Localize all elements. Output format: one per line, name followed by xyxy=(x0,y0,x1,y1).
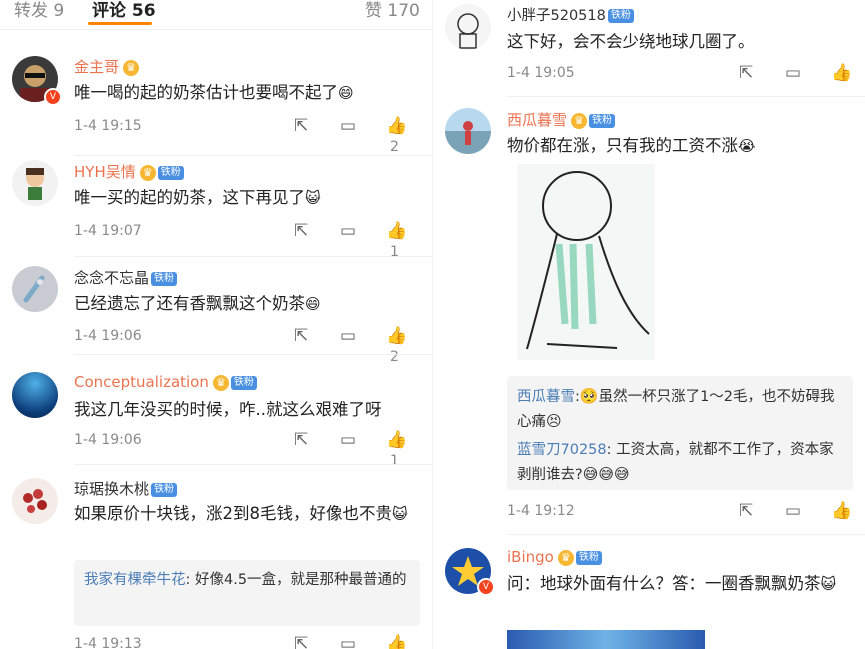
comment-icon[interactable]: ▭ xyxy=(340,634,356,649)
reply-item: 蓝雪刀70258: 工资太高，就都不工作了，资本家剥削谁去?😅😅😅 xyxy=(517,442,834,483)
fan-badge: 铁粉 xyxy=(151,271,178,286)
verified-icon: V xyxy=(44,88,62,106)
divider xyxy=(74,354,432,355)
fan-badge: 铁粉 xyxy=(157,165,184,180)
comment-meta: 1-4 19:06 ⇱ ▭ 👍1 xyxy=(74,430,419,469)
divider xyxy=(74,464,432,465)
avatar[interactable] xyxy=(12,478,58,524)
comment-meta: 1-4 19:15 ⇱ ▭ 👍2 xyxy=(74,116,419,155)
comment-text: 我这几年没买的时候，咋..就这么艰难了呀 xyxy=(74,400,382,419)
right-comment-panel: 小胖子520518 铁粉 这下好，会不会少绕地球几圈了。 1-4 19:05 ⇱ … xyxy=(433,0,865,649)
username[interactable]: iBingo ♛ 铁粉 xyxy=(507,548,602,566)
tab-divider xyxy=(0,29,432,30)
divider xyxy=(507,96,865,97)
share-icon[interactable]: ⇱ xyxy=(294,430,308,450)
like-icon: 👍 xyxy=(386,116,408,136)
comment-image[interactable] xyxy=(517,164,655,360)
tab-bar: 转发 9 评论 56 赞 170 xyxy=(0,0,432,30)
divider xyxy=(74,256,432,257)
tab-comment[interactable]: 评论 56 xyxy=(92,0,156,21)
timestamp: 1-4 19:06 xyxy=(74,432,142,448)
like-button[interactable]: 👍2 xyxy=(386,116,419,156)
timestamp: 1-4 19:05 xyxy=(507,65,575,81)
reply-item: 西瓜暮雪:🥺虽然一杯只涨了1～2毛，也不妨碍我心痛😣 xyxy=(517,387,835,430)
comment-text: 已经遗忘了还有香飘飘这个奶茶😄 xyxy=(74,294,321,313)
like-icon[interactable]: 👍 xyxy=(831,501,852,521)
crown-icon: ♛ xyxy=(139,164,156,181)
comment-meta: 1-4 19:05 ⇱ ▭ 👍 xyxy=(507,63,852,85)
reply-username[interactable]: 西瓜暮雪 xyxy=(517,389,575,405)
crown-icon: ♛ xyxy=(123,59,140,76)
comment-text: 如果原价十块钱，涨2到8毛钱，好像也不贵😺 xyxy=(74,504,408,523)
comment-text: 唯一喝的起的奶茶估计也要喝不起了😄 xyxy=(74,83,354,102)
crown-icon: ♛ xyxy=(212,374,229,391)
fan-badge: 铁粉 xyxy=(607,9,634,23)
comment-icon[interactable]: ▭ xyxy=(340,116,356,136)
username[interactable]: 琼琚换木桃 铁粉 xyxy=(74,478,178,499)
share-icon[interactable]: ⇱ xyxy=(294,326,308,346)
like-icon: 👍 xyxy=(386,326,408,346)
comment-meta: 1-4 19:06 ⇱ ▭ 👍2 xyxy=(74,326,419,365)
crown-icon: ♛ xyxy=(557,549,574,566)
timestamp: 1-4 19:12 xyxy=(507,503,575,519)
reply-box[interactable]: 西瓜暮雪:🥺虽然一杯只涨了1～2毛，也不妨碍我心痛😣 蓝雪刀70258: 工资太… xyxy=(507,376,853,490)
divider xyxy=(507,534,865,535)
username[interactable]: HYH吴情 ♛ 铁粉 xyxy=(74,161,184,182)
avatar[interactable] xyxy=(12,266,58,312)
reply-box[interactable]: 我家有棵牵牛花: 好像4.5一盒，就是那种最普通的 xyxy=(74,560,420,626)
share-icon[interactable]: ⇱ xyxy=(739,63,753,83)
username[interactable]: 念念不忘晶 铁粉 xyxy=(74,267,178,288)
timestamp: 1-4 19:13 xyxy=(74,636,142,649)
share-icon[interactable]: ⇱ xyxy=(739,501,753,521)
reply-username[interactable]: 蓝雪刀70258 xyxy=(517,442,607,458)
fan-badge: 铁粉 xyxy=(230,375,257,390)
username[interactable]: 小胖子520518 铁粉 xyxy=(507,4,634,25)
timestamp: 1-4 19:15 xyxy=(74,118,142,134)
comment-text: 这下好，会不会少绕地球几圈了。 xyxy=(507,32,755,51)
fan-badge: 铁粉 xyxy=(151,482,178,497)
tab-repost[interactable]: 转发 9 xyxy=(14,0,64,21)
comment-image[interactable] xyxy=(507,630,705,649)
comment-icon[interactable]: ▭ xyxy=(340,326,356,346)
avatar[interactable] xyxy=(445,108,491,154)
fan-badge: 铁粉 xyxy=(575,550,602,565)
share-icon[interactable]: ⇱ xyxy=(294,221,308,241)
like-button[interactable]: 👍2 xyxy=(386,326,419,366)
verified-icon: V xyxy=(477,578,495,596)
left-comment-panel: 转发 9 评论 56 赞 170 V 金主哥 ♛ 唯一喝的起的奶茶估计也要喝不起了… xyxy=(0,0,432,649)
like-icon[interactable]: 👍 xyxy=(831,63,852,83)
avatar[interactable] xyxy=(12,372,58,418)
avatar[interactable] xyxy=(445,4,491,50)
comment-meta: 1-4 19:12 ⇱ ▭ 👍 xyxy=(507,501,852,523)
like-icon: 👍 xyxy=(386,221,408,241)
comment-meta: 1-4 19:07 ⇱ ▭ 👍1 xyxy=(74,221,419,260)
reply-username[interactable]: 我家有棵牵牛花 xyxy=(84,572,186,588)
avatar[interactable] xyxy=(12,160,58,206)
comment-text: 物价都在涨，只有我的工资不涨😭 xyxy=(507,136,756,155)
username[interactable]: 西瓜暮雪 ♛ 铁粉 xyxy=(507,109,616,130)
username[interactable]: Conceptualization ♛ 铁粉 xyxy=(74,373,257,391)
timestamp: 1-4 19:07 xyxy=(74,223,142,239)
tab-like[interactable]: 赞 170 xyxy=(365,0,420,21)
reply-text: : 好像4.5一盒，就是那种最普通的 xyxy=(185,572,407,588)
timestamp: 1-4 19:06 xyxy=(74,328,142,344)
fan-badge: 铁粉 xyxy=(589,113,616,128)
share-icon[interactable]: ⇱ xyxy=(294,634,308,649)
share-icon[interactable]: ⇱ xyxy=(294,116,308,136)
comment-meta: 1-4 19:13 ⇱ ▭ 👍1 xyxy=(74,634,419,649)
comment-icon[interactable]: ▭ xyxy=(785,63,801,83)
comment-text: 唯一买的起的奶茶，这下再见了😺 xyxy=(74,188,321,207)
like-button[interactable]: 👍1 xyxy=(386,221,419,261)
divider xyxy=(74,155,432,156)
like-icon: 👍 xyxy=(386,634,408,649)
crown-icon: ♛ xyxy=(571,112,588,129)
comment-icon[interactable]: ▭ xyxy=(340,430,356,450)
like-icon: 👍 xyxy=(386,430,408,450)
comment-text: 问：地球外面有什么？答：一圈香飘飘奶茶😺 xyxy=(507,574,837,593)
like-button[interactable]: 👍1 xyxy=(386,634,419,649)
comment-icon[interactable]: ▭ xyxy=(340,221,356,241)
active-tab-indicator xyxy=(88,22,152,25)
username[interactable]: 金主哥 ♛ xyxy=(74,56,140,77)
comment-icon[interactable]: ▭ xyxy=(785,501,801,521)
